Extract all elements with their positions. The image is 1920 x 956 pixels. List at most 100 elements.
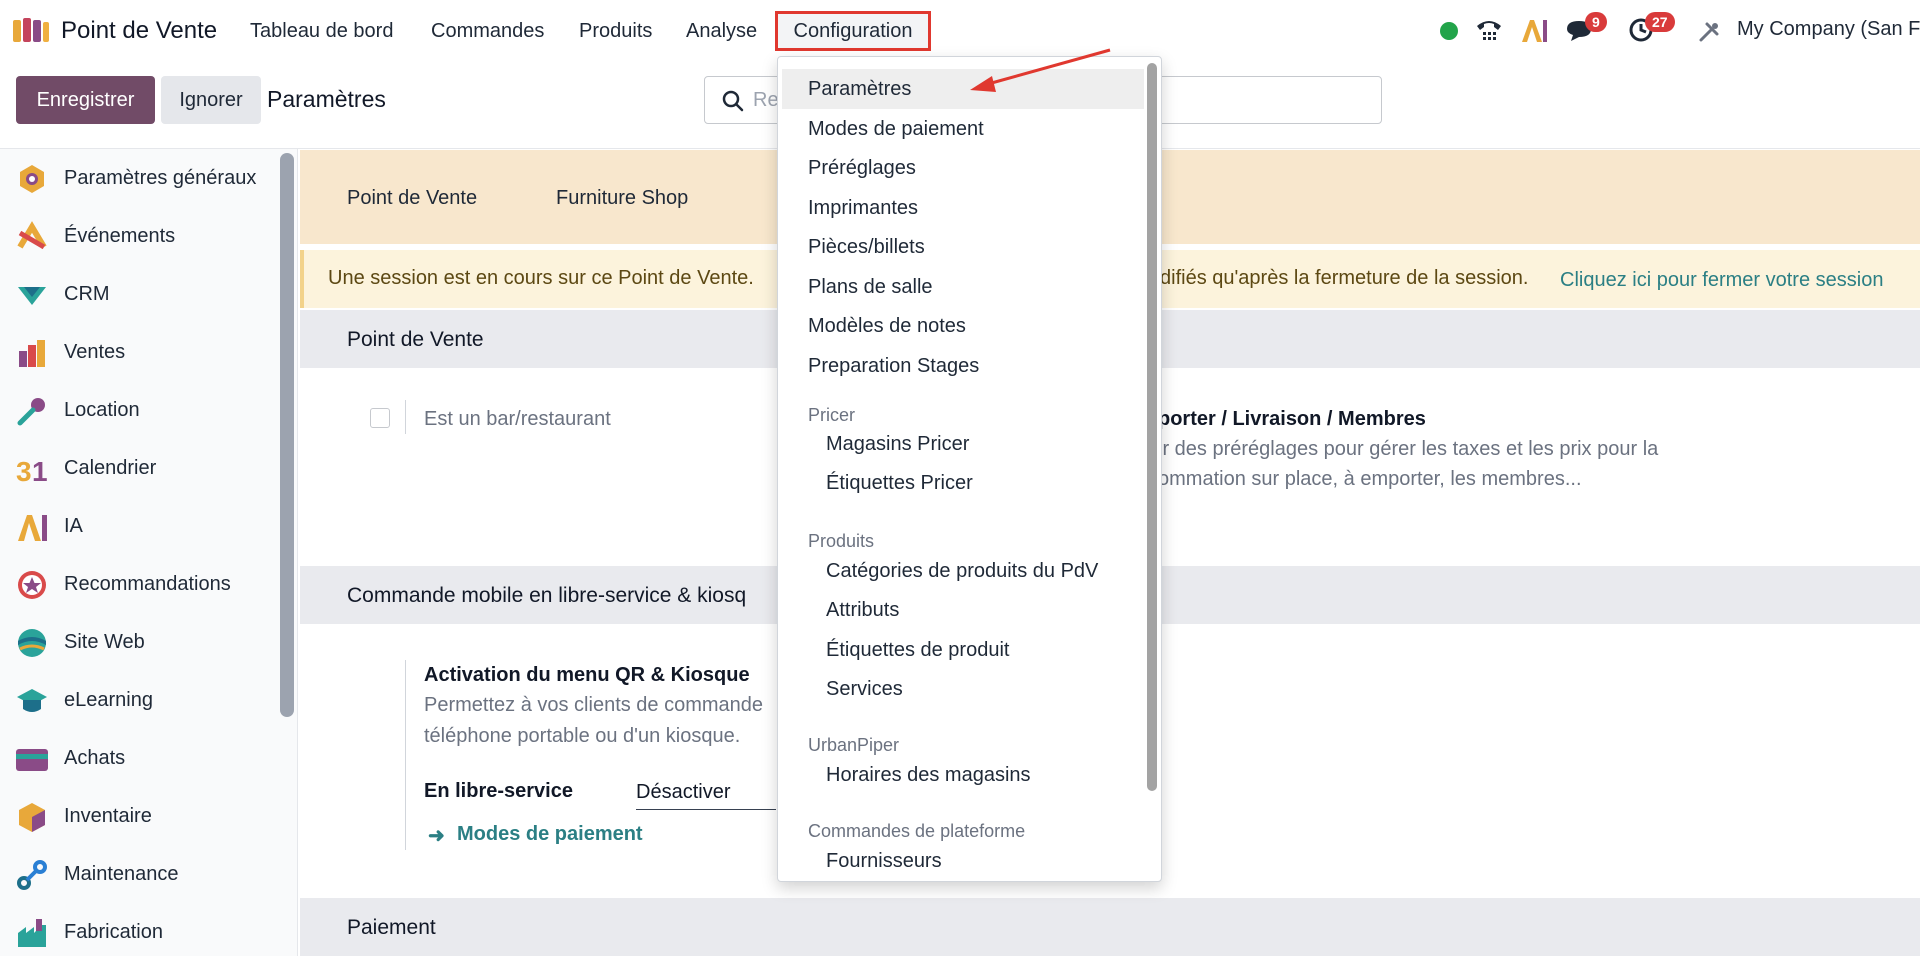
dropdown-header-pricer: Pricer [808,405,856,425]
qr-kiosk-description: Permettez à vos clients de commande [424,694,764,716]
sidebar-item-website[interactable]: Site Web [0,613,280,671]
sidebar-item-label: eLearning [64,689,153,711]
dropdown-item-product-tags[interactable]: Étiquettes de produit [778,630,1143,670]
dropdown-item-payment-methods[interactable]: Modes de paiement [778,109,1143,149]
dropdown-item-presets[interactable]: Préréglages [778,148,1143,188]
dropdown-item-pricer-stores[interactable]: Magasins Pricer [778,424,1143,464]
warning-text: Une session est en cours sur ce Point de… [328,267,754,289]
tab-point-de-vente[interactable]: Point de Vente [347,187,477,210]
sidebar-item-inventory[interactable]: Inventaire [0,787,280,845]
dropdown-item-note-models[interactable]: Modèles de notes [778,306,1143,346]
sidebar-scrollbar[interactable] [280,153,294,717]
sidebar-item-events[interactable]: Événements [0,207,280,265]
configuration-dropdown: Paramètres Modes de paiement Préréglages… [777,56,1162,882]
section-title: Paiement [347,916,436,939]
close-session-link[interactable]: Cliquez ici pour fermer votre session [1560,269,1883,292]
dropdown-item-label: Étiquettes de produit [826,639,1010,661]
menu-analysis[interactable]: Analyse [686,20,757,43]
page-title: Paramètres [267,86,386,112]
events-icon [17,221,47,250]
sidebar-item-label: Paramètres généraux [64,167,257,189]
sidebar-item-rental[interactable]: Location [0,381,280,439]
dropdown-item-pricer-tags[interactable]: Étiquettes Pricer [778,463,1143,503]
restaurant-label: Est un bar/restaurant [424,408,611,430]
rental-icon [17,398,45,426]
menu-dashboard[interactable]: Tableau de bord [250,20,393,43]
ai-icon[interactable] [1520,18,1548,44]
manufacturing-icon [18,919,46,947]
app-title[interactable]: Point de Vente [61,17,217,45]
presets-title: porter / Livraison / Membres [1158,408,1426,430]
sidebar-item-manufacturing[interactable]: Fabrication [0,903,280,956]
dropdown-item-services[interactable]: Services [778,669,1143,709]
dropdown-item-label: Catégories de produits du PdV [826,560,1099,582]
sidebar-item-label: Maintenance [64,863,179,885]
dropdown-item-attributes[interactable]: Attributs [778,590,1143,630]
dropdown-item-store-timings[interactable]: Horaires des magasins [778,755,1143,795]
sidebar-item-elearning[interactable]: eLearning [0,671,280,729]
presets-description: ir des préréglages pour gérer les taxes … [1158,438,1659,460]
recommendations-icon [18,571,46,599]
tools-icon[interactable] [1697,20,1721,44]
settings-sidebar: Paramètres généraux Événements CRM Vente… [0,149,298,956]
menu-orders[interactable]: Commandes [431,20,544,43]
sidebar-item-label: Site Web [64,631,145,653]
arrow-right-icon: ➜ [428,825,445,847]
pos-app-icon[interactable] [12,17,50,43]
search-placeholder: Re [753,89,779,111]
dropdown-item-providers[interactable]: Fournisseurs [778,841,1143,881]
phone-icon[interactable] [1474,16,1504,46]
dropdown-item-floor-plans[interactable]: Plans de salle [778,267,1143,307]
section-title: Commande mobile en libre-service & kiosq [347,584,747,607]
sidebar-item-label: Événements [64,225,176,247]
activities-badge: 27 [1645,12,1675,32]
restaurant-checkbox[interactable] [370,408,390,428]
sidebar-item-recommendations[interactable]: Recommandations [0,555,280,613]
dropdown-item-preparation-stages[interactable]: Preparation Stages [778,346,1143,386]
general-settings-icon [20,165,44,193]
sidebar-item-maintenance[interactable]: Maintenance [0,845,280,903]
dropdown-item-label: Horaires des magasins [826,764,1031,786]
dropdown-item-printers[interactable]: Imprimantes [778,188,1143,228]
sales-icon [19,340,45,367]
sidebar-item-crm[interactable]: CRM [0,265,280,323]
sidebar-item-ai[interactable]: IA [0,497,280,555]
section-header-payment: Paiement [300,898,1920,956]
dropdown-item-label: Imprimantes [808,197,919,219]
sidebar-item-calendar[interactable]: 31 Calendrier [0,439,280,497]
qr-kiosk-title: Activation du menu QR & Kiosque [424,664,750,686]
dropdown-item-coins-bills[interactable]: Pièces/billets [778,227,1143,267]
dropdown-scrollbar[interactable] [1147,63,1157,791]
sidebar-item-label: CRM [64,283,110,305]
dropdown-item-label: Magasins Pricer [826,433,970,455]
calendar-icon: 31 [16,456,48,485]
sidebar-item-general-settings[interactable]: Paramètres généraux [0,149,280,207]
dropdown-item-pos-categories[interactable]: Catégories de produits du PdV [778,551,1143,591]
dropdown-header-products: Produits [808,531,875,551]
status-online-icon[interactable] [1440,22,1458,40]
discard-button[interactable]: Ignorer [161,76,261,124]
sidebar-item-label: IA [64,515,83,537]
menu-products[interactable]: Produits [579,20,652,43]
menu-configuration-label: Configuration [793,19,913,42]
sidebar-item-label: Calendrier [64,457,157,479]
sidebar-item-label: Fabrication [64,921,163,943]
search-icon [722,90,744,112]
divider [405,660,406,850]
sidebar-item-purchase[interactable]: Achats [0,729,280,787]
dropdown-header-platform-orders: Commandes de plateforme [808,821,1026,841]
save-button[interactable]: Enregistrer [16,76,155,124]
dropdown-item-label: Preparation Stages [808,355,980,377]
divider [405,400,406,434]
maintenance-icon [17,860,47,890]
dropdown-item-label: Modes de paiement [808,118,984,140]
self-service-select[interactable]: Désactiver [636,781,730,804]
dropdown-item-label: Plans de salle [808,276,933,298]
self-service-label: En libre-service [424,780,573,802]
payment-methods-link[interactable]: Modes de paiement [457,823,643,846]
menu-configuration[interactable]: Configuration [775,11,931,51]
sidebar-item-sales[interactable]: Ventes [0,323,280,381]
company-switcher[interactable]: My Company (San F [1737,18,1920,41]
tab-furniture-shop[interactable]: Furniture Shop [556,187,688,210]
qr-kiosk-description-cont: téléphone portable ou d'un kiosque. [424,725,741,747]
